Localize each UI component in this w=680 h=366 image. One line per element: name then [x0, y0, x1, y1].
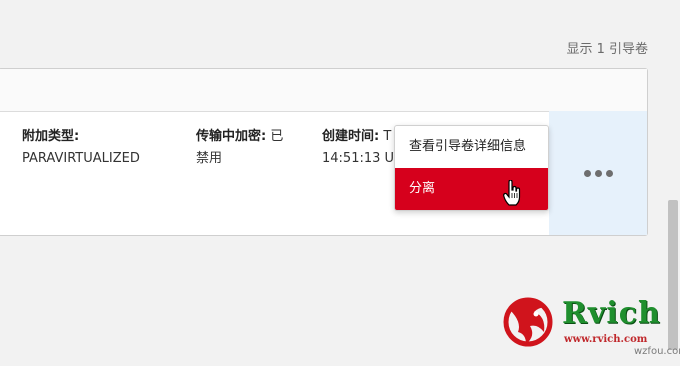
created-label-suffix: T: [383, 129, 392, 144]
context-menu: 查看引导卷详细信息 分离: [394, 125, 549, 211]
count-label: 显示 1 引导卷: [566, 42, 648, 57]
attach-type-field: 附加类型: PARAVIRTUALIZED: [22, 126, 140, 170]
encryption-value-rest: 禁用: [196, 151, 223, 166]
menu-item-view-details[interactable]: 查看引导卷详细信息: [395, 126, 548, 168]
created-label: 创建时间:: [322, 129, 380, 144]
attach-type-label: 附加类型:: [22, 129, 80, 144]
encryption-label: 传输中加密:: [196, 129, 267, 144]
watermark-title: Rvich: [562, 296, 661, 331]
more-dot: [595, 169, 602, 177]
more-horizontal-icon: [584, 169, 591, 177]
watermark-sub: wzfou.com: [634, 346, 680, 357]
dragon-logo-icon: [503, 297, 553, 347]
watermark-url: www.rvich.com: [564, 334, 648, 345]
encryption-value-first: 已: [270, 129, 284, 144]
watermark: Rvich www.rvich.com wzfou.com: [500, 292, 680, 360]
created-field: 创建时间: T 14:51:13 UTC: [322, 126, 400, 170]
more-dot: [606, 169, 613, 177]
hand-pointer-icon: [503, 180, 521, 206]
encryption-field: 传输中加密: 已 禁用: [196, 126, 296, 170]
more-actions-button[interactable]: [584, 166, 614, 180]
attach-type-value: PARAVIRTUALIZED: [22, 151, 140, 166]
panel-header: [0, 69, 647, 112]
created-value: 14:51:13 UTC: [322, 151, 400, 166]
row-actions-cell: [549, 111, 647, 235]
menu-item-detach[interactable]: 分离: [395, 168, 548, 210]
